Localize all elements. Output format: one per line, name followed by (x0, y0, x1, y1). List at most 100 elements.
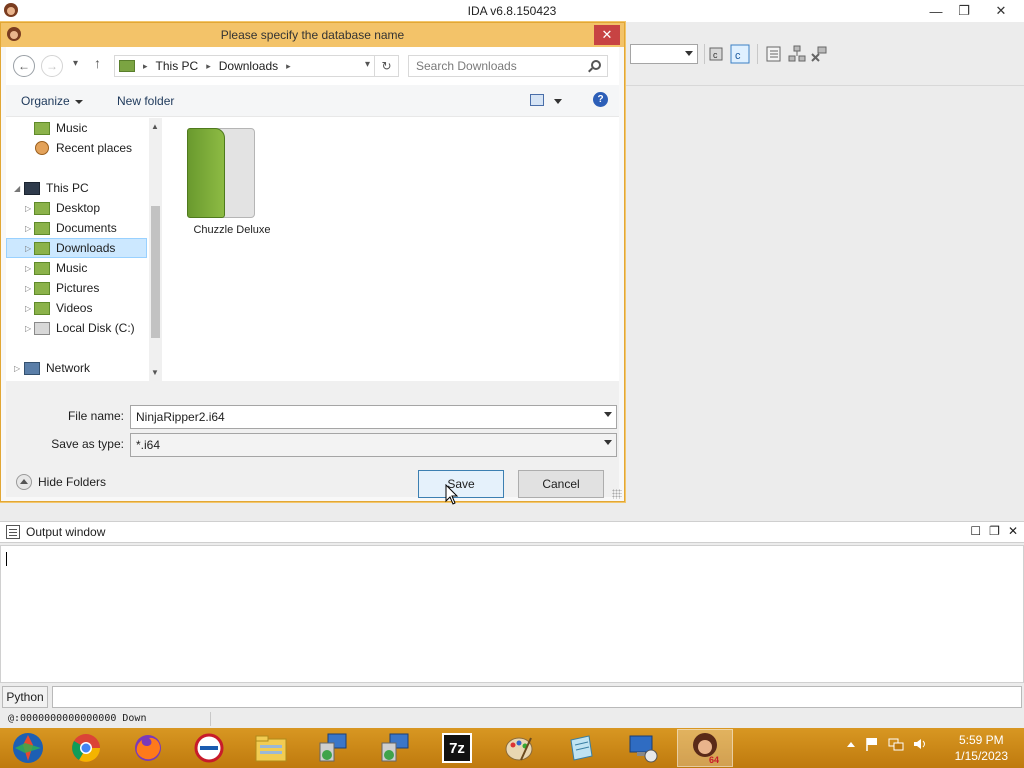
flag-icon[interactable] (864, 736, 880, 752)
remote-desktop-icon (629, 735, 658, 763)
breadcrumb-this-pc[interactable]: This PC (156, 59, 199, 73)
notepad-icon (570, 735, 593, 761)
minimize-button[interactable]: — (922, 0, 950, 22)
maximize-button[interactable]: ☐ (970, 524, 981, 538)
clock[interactable]: 5:59 PM 1/15/2023 (955, 732, 1008, 764)
expand-arrow-icon[interactable]: ◢ (14, 184, 20, 193)
ida-app-icon: 64 (693, 733, 719, 765)
expand-arrow-icon[interactable]: ▷ (25, 324, 31, 333)
organize-button[interactable]: Organize (21, 94, 83, 108)
taskbar-chrome[interactable] (58, 729, 114, 767)
taskbar-paint[interactable] (491, 729, 547, 767)
tree-item-music-lib[interactable]: Music (6, 118, 147, 138)
command-bar: Organize New folder ? (6, 85, 619, 117)
file-name-label: File name: (67, 409, 124, 423)
up-button[interactable]: ↑ (94, 55, 101, 71)
recent-places-icon (35, 141, 49, 155)
taskbar-7zip[interactable]: 7z (429, 729, 485, 767)
taskbar-firefox[interactable] (120, 729, 176, 767)
tree-item-music[interactable]: ▷ Music (6, 258, 147, 278)
tree-item-pictures[interactable]: ▷ Pictures (6, 278, 147, 298)
taskbar-opera[interactable] (181, 729, 237, 767)
resize-grip[interactable] (612, 489, 622, 499)
computer-icon (24, 181, 40, 195)
save-type-label: Save as type: (51, 437, 124, 451)
new-folder-button[interactable]: New folder (117, 94, 174, 108)
tree-item-videos[interactable]: ▷ Videos (6, 298, 147, 318)
address-bar[interactable]: ▸ This PC ▸ Downloads ▸ ▾ ↻ (114, 55, 399, 77)
taskbar-network-setup-2[interactable] (367, 729, 423, 767)
back-button[interactable]: ← (13, 55, 35, 77)
toolbar-combo[interactable] (630, 44, 698, 64)
tree-item-local-disk[interactable]: ▷ Local Disk (C:) (6, 318, 147, 338)
breadcrumb-downloads[interactable]: Downloads (219, 59, 278, 73)
chevron-down-icon[interactable] (604, 412, 612, 417)
taskbar-file-explorer[interactable] (243, 729, 299, 767)
float-button[interactable]: ❐ (989, 524, 1000, 538)
toolbar-separator (757, 44, 758, 64)
taskbar-notepad[interactable] (553, 729, 609, 767)
tree-item-desktop[interactable]: ▷ Desktop (6, 198, 147, 218)
expand-arrow-icon[interactable]: ▷ (25, 304, 31, 313)
restore-button[interactable]: ❐ (950, 0, 978, 22)
close-button[interactable]: ✕ (1008, 524, 1018, 538)
tray-expand-icon[interactable] (846, 736, 856, 752)
taskbar-ida[interactable]: 64 (677, 729, 733, 767)
start-button[interactable] (0, 729, 56, 767)
breadcrumb-separator: ▸ (206, 60, 211, 71)
tree-item-recent-places[interactable]: Recent places (6, 138, 147, 158)
tree-item-label: Music (56, 261, 88, 275)
network-icon[interactable] (888, 736, 904, 752)
start-icon (13, 733, 43, 763)
dialog-bottom-panel: File name: NinjaRipper2.i64 Save as type… (6, 381, 619, 498)
dialog-close-button[interactable]: ✕ (594, 25, 620, 45)
chevron-down-icon (74, 99, 83, 104)
expand-arrow-icon[interactable]: ▷ (25, 244, 31, 253)
toolbar-debug-icon[interactable]: c (707, 44, 727, 64)
output-text-area[interactable] (0, 545, 1024, 683)
save-type-select[interactable]: *.i64 (130, 433, 617, 457)
save-button[interactable]: Save (418, 470, 504, 498)
expand-arrow-icon[interactable]: ▷ (25, 284, 31, 293)
recent-locations-button[interactable]: ▾ (73, 58, 78, 69)
expand-arrow-icon[interactable]: ▷ (14, 364, 20, 373)
refresh-button[interactable]: ↻ (374, 56, 398, 76)
scrollbar-thumb[interactable] (151, 206, 160, 338)
python-button[interactable]: Python (2, 686, 48, 708)
toolbar-list-icon[interactable] (764, 44, 784, 64)
taskbar-remote-desktop[interactable] (615, 729, 671, 767)
tree-item-documents[interactable]: ▷ Documents (6, 218, 147, 238)
cancel-button[interactable]: Cancel (518, 470, 604, 498)
tree-item-network[interactable]: ▷ Network (6, 358, 147, 378)
hide-folders-button[interactable]: Hide Folders (16, 474, 106, 490)
tree-item-downloads[interactable]: ▷ Downloads (6, 238, 147, 258)
forward-button[interactable]: → (41, 55, 63, 77)
address-dropdown-button[interactable]: ▾ (365, 59, 370, 70)
network-setup-icon (381, 733, 409, 762)
expand-arrow-icon[interactable]: ▷ (25, 264, 31, 273)
help-icon[interactable]: ? (593, 92, 608, 107)
expand-arrow-icon[interactable]: ▷ (25, 204, 31, 213)
volume-icon[interactable] (912, 736, 928, 752)
clock-time: 5:59 PM (958, 733, 1004, 747)
scroll-down-icon[interactable]: ▼ (151, 368, 159, 377)
tree-item-label: Desktop (56, 201, 101, 215)
expand-arrow-icon[interactable]: ▷ (25, 224, 31, 233)
scroll-up-icon[interactable]: ▲ (151, 122, 159, 131)
folder-item[interactable]: Chuzzle Deluxe (187, 128, 277, 236)
toolbar-tree-icon[interactable] (787, 44, 807, 64)
taskbar-network-setup[interactable] (305, 729, 361, 767)
breadcrumb-separator: ▸ (143, 60, 148, 71)
change-view-icon[interactable] (530, 94, 544, 106)
toolbar-delete-icon[interactable] (810, 44, 830, 64)
close-button[interactable]: ✕ (978, 0, 1024, 22)
status-separator (210, 712, 211, 726)
navigation-scrollbar[interactable]: ▲ ▼ (149, 118, 162, 381)
search-input[interactable]: Search Downloads (408, 55, 608, 77)
toolbar-step-icon[interactable]: c (730, 44, 750, 64)
ida-window-controls: — ❐ ✕ (922, 0, 1024, 22)
tree-item-this-pc[interactable]: ◢ This PC (6, 178, 147, 198)
python-input[interactable] (52, 686, 1022, 708)
file-name-field[interactable]: NinjaRipper2.i64 (130, 405, 617, 429)
chevron-down-icon[interactable] (554, 99, 562, 104)
